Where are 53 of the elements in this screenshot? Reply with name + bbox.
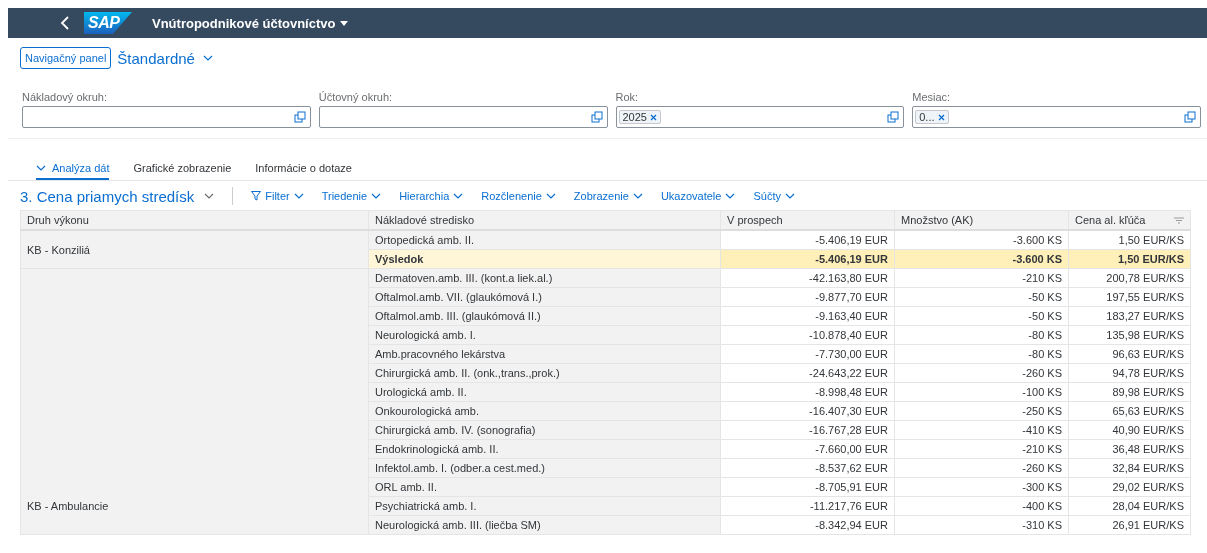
filter-icon [251,191,262,201]
dropdown-triangle-icon [340,20,349,26]
tab[interactable]: Analýza dát [36,162,110,180]
filter-label: Nákladový okruh: [22,91,108,103]
chevron-down-icon [36,165,46,171]
column-header[interactable]: Cena al. kľúča [1068,210,1191,230]
column-header[interactable]: Množstvo (AK) [894,210,1069,230]
column-header[interactable]: Druh výkonu [20,210,369,230]
column-header-label: Cena al. kľúča [1075,214,1146,226]
toolbar-menu[interactable]: Súčty [753,190,795,202]
filter-label: Účtovný okruh: [318,91,394,103]
filter-input[interactable]: 0... [912,106,1201,128]
variant-selector[interactable]: Štandardné [117,49,213,67]
group-cell: KB - Konziliá [20,230,369,269]
app-title-menu[interactable]: Vnútropodnikové účtovníctvo [152,15,349,31]
chevron-down-icon [784,193,795,199]
value-help-icon[interactable] [887,111,900,123]
remove-icon[interactable] [650,113,657,121]
chevron-down-icon [632,193,643,199]
tab[interactable]: Grafické zobrazenie [133,162,232,180]
remove-icon[interactable] [937,113,945,121]
filter-input[interactable]: 2025 [615,106,905,128]
value-help-icon[interactable] [1184,111,1196,123]
toolbar-menu[interactable]: Zobrazenie [573,190,643,202]
filter-lines-icon[interactable] [1174,216,1184,224]
chevron-down-icon [371,193,382,199]
filter-input[interactable] [318,106,608,128]
toolbar-menu[interactable]: Ukazovatele [660,190,736,202]
column-header[interactable]: Nákladové stredisko [368,210,721,230]
chevron-down-icon [453,193,464,199]
filter-label: Mesiac: [912,91,952,103]
chevron-down-icon [293,193,304,199]
logo: SAP [84,12,132,34]
filter-token[interactable]: 0... [915,110,949,124]
chevron-down-icon [545,193,556,199]
chevron-down-icon [725,193,736,199]
value-help-icon[interactable] [590,111,603,123]
group-cell: KB - Ambulancie [20,268,369,535]
toolbar-menu[interactable]: Filter [251,190,304,202]
filter-token[interactable]: 2025 [618,110,661,124]
chevron-down-icon [204,193,215,199]
chevron-down-icon [202,55,213,61]
navigation-panel-button[interactable]: Navigačný panel [20,47,112,69]
toolbar-menu[interactable]: Hierarchia [399,190,464,202]
filter-label: Rok: [615,91,640,103]
query-title-menu[interactable]: 3. Cena priamych stredísk [20,187,215,205]
back-icon[interactable] [60,16,70,30]
value-help-icon[interactable] [293,111,306,123]
tab[interactable]: Informácie o dotaze [255,162,352,180]
column-header[interactable]: V prospech [720,210,895,230]
toolbar-menu[interactable]: Triedenie [321,190,382,202]
filter-input[interactable] [22,106,311,128]
toolbar-menu[interactable]: Rozčlenenie [481,190,556,202]
